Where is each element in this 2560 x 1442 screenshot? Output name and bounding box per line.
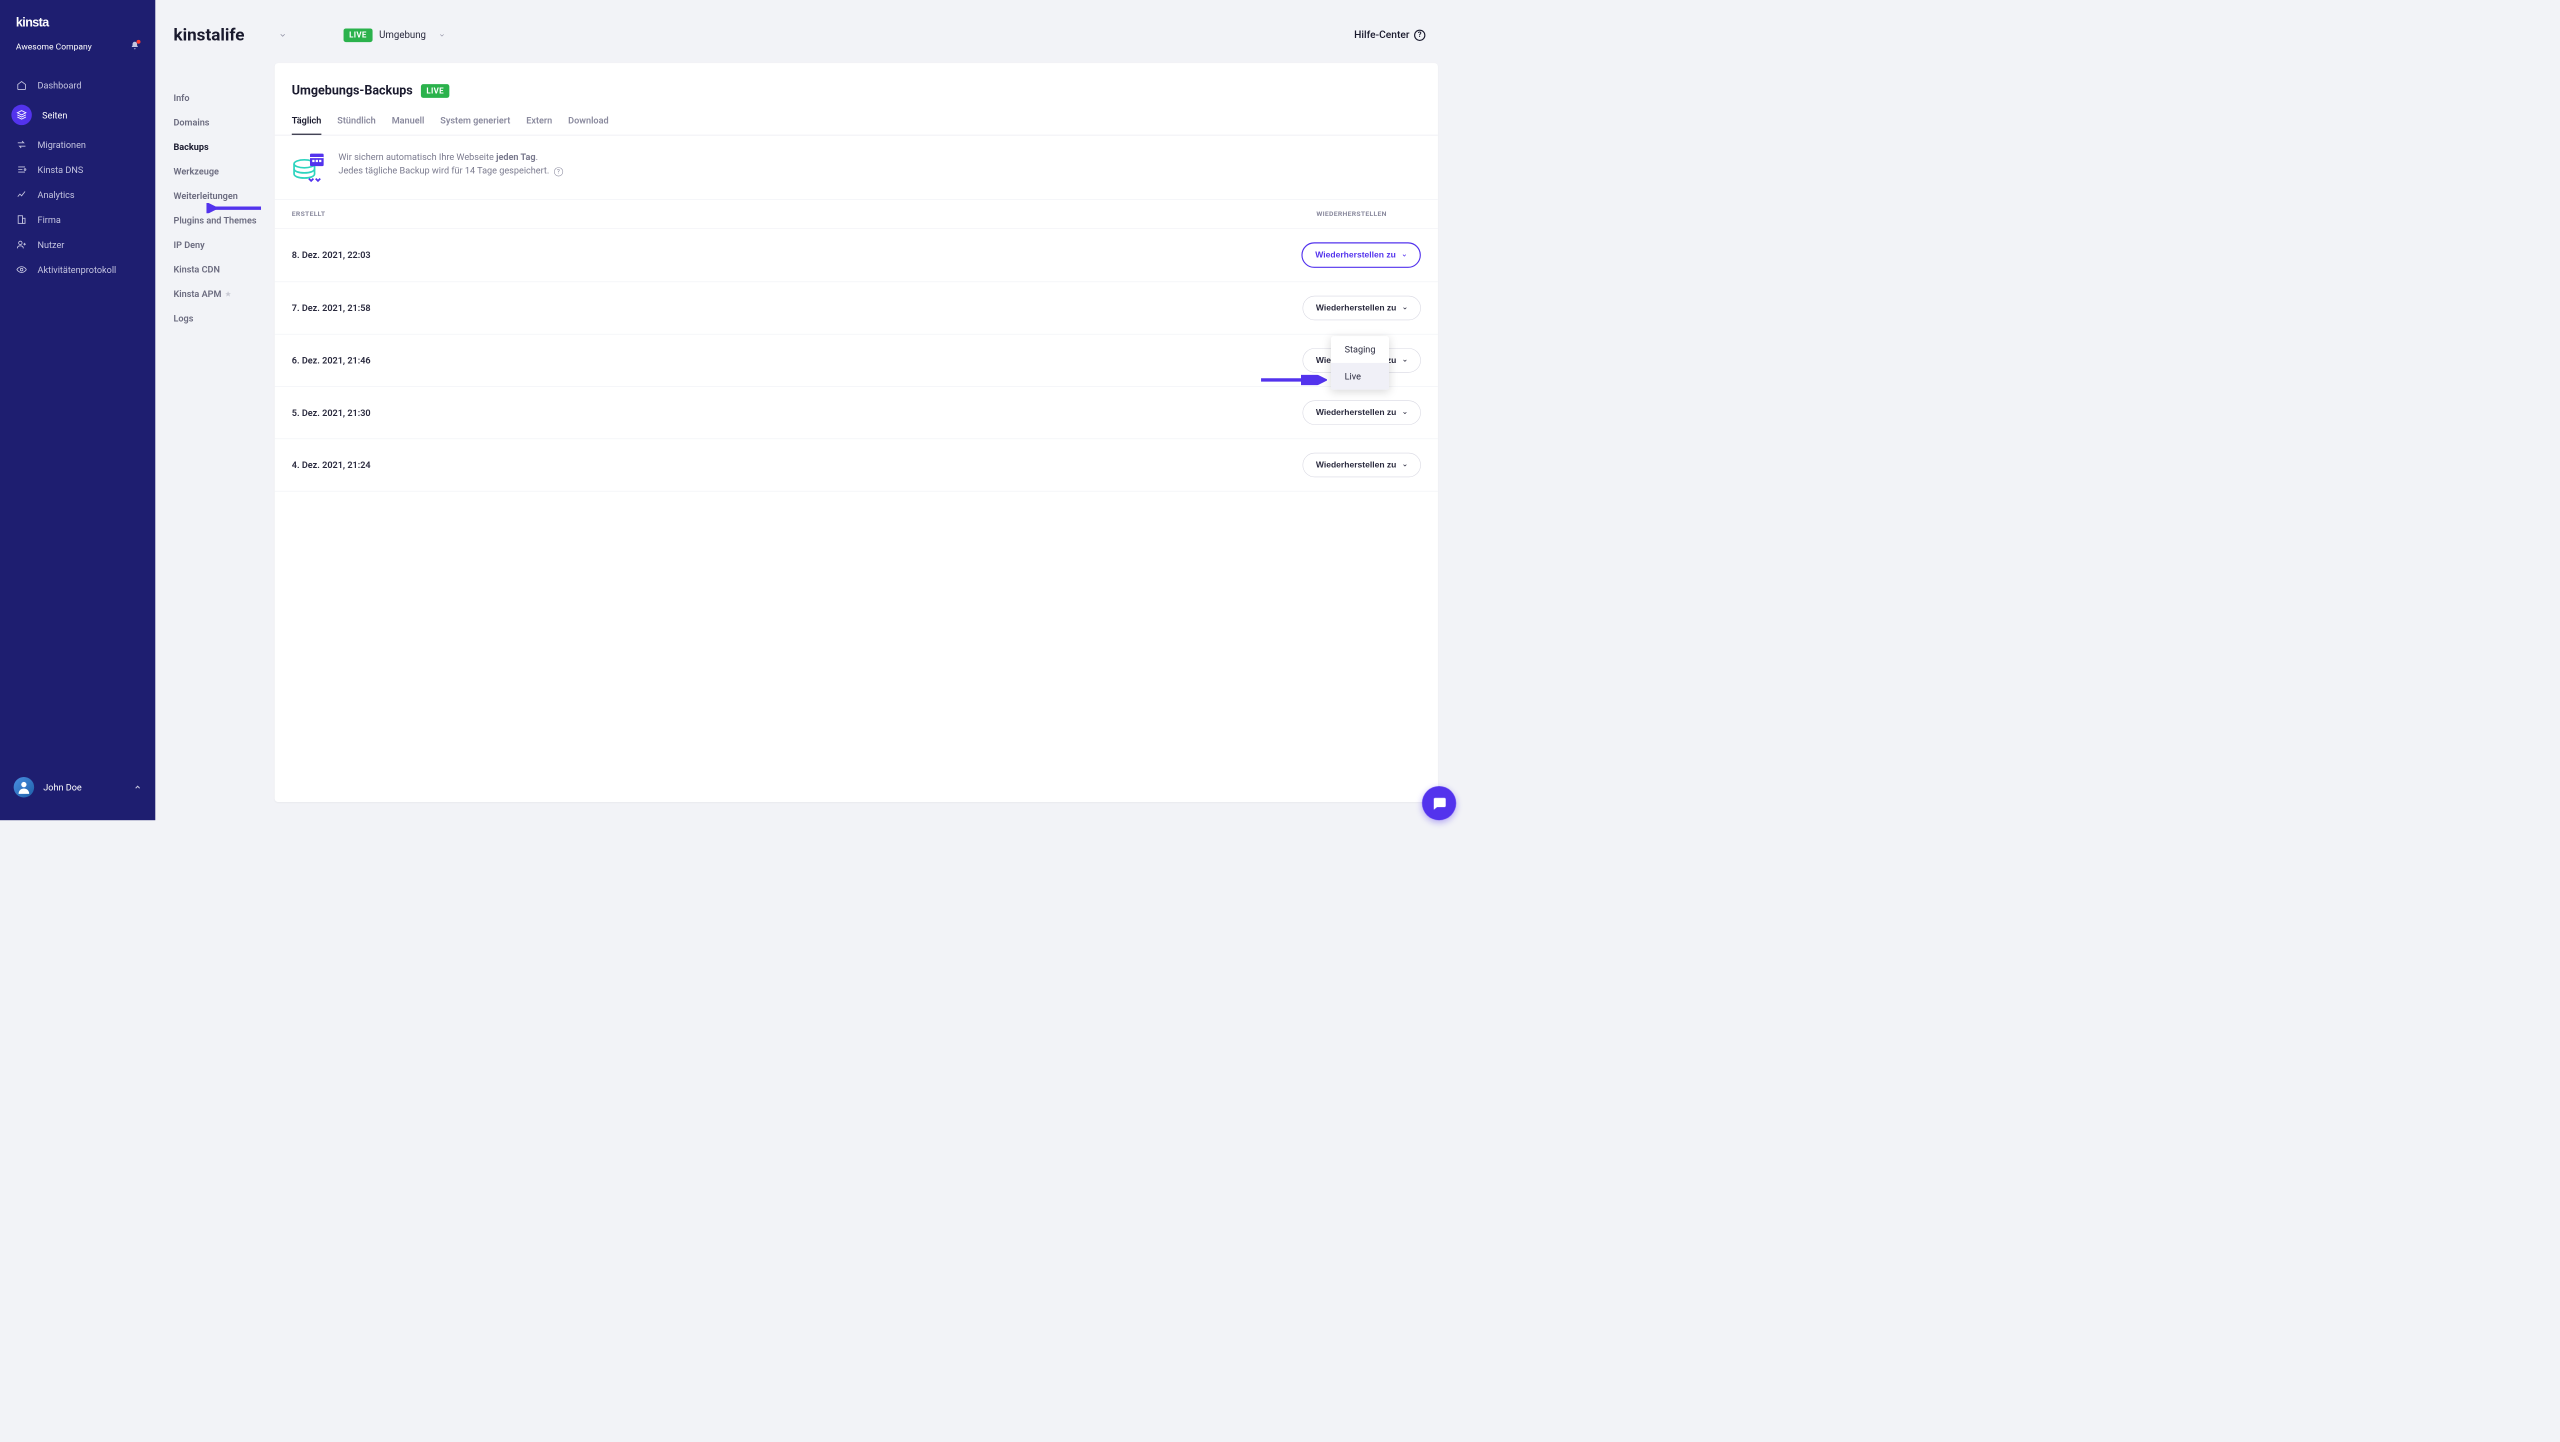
migration-icon bbox=[16, 139, 27, 150]
backup-date: 5. Dez. 2021, 21:30 bbox=[292, 407, 371, 418]
nav-label: Migrationen bbox=[38, 139, 86, 150]
tab-manual[interactable]: Manuell bbox=[392, 115, 425, 135]
nav-label: Nutzer bbox=[38, 239, 65, 250]
column-created: ERSTELLT bbox=[292, 210, 326, 218]
subnav-ipdeny[interactable]: IP Deny bbox=[173, 233, 258, 257]
live-badge: LIVE bbox=[343, 28, 372, 42]
tab-hourly[interactable]: Stündlich bbox=[337, 115, 375, 135]
user-name: John Doe bbox=[43, 782, 82, 793]
subnav-info[interactable]: Info bbox=[173, 86, 258, 110]
subnav-domains[interactable]: Domains bbox=[173, 110, 258, 134]
nav-activity[interactable]: Aktivitätenprotokoll bbox=[0, 257, 155, 282]
column-restore: WIEDERHERSTELLEN bbox=[1316, 210, 1386, 218]
restore-button[interactable]: Wiederherstellen zu bbox=[1303, 296, 1421, 320]
backup-date: 8. Dez. 2021, 22:03 bbox=[292, 250, 371, 261]
annotation-arrow-icon bbox=[206, 203, 261, 213]
backup-date: 7. Dez. 2021, 21:58 bbox=[292, 303, 371, 314]
nav-label: Firma bbox=[38, 214, 61, 225]
backup-date: 6. Dez. 2021, 21:46 bbox=[292, 355, 371, 366]
help-center-label: Hilfe-Center bbox=[1354, 29, 1409, 41]
main-nav: Dashboard Seiten Migrationen Kinsta DNS … bbox=[0, 73, 155, 282]
site-subnav: Info Domains Backups Werkzeuge Weiterlei… bbox=[173, 63, 258, 802]
nav-label: Analytics bbox=[38, 189, 75, 200]
nav-dns[interactable]: Kinsta DNS bbox=[0, 157, 155, 182]
brand-logo: kinsta bbox=[0, 16, 155, 32]
info-text: Wir sichern automatisch Ihre Webseite je… bbox=[338, 150, 563, 177]
subnav-cdn[interactable]: Kinsta CDN bbox=[173, 257, 258, 281]
live-badge: LIVE bbox=[421, 84, 450, 98]
apm-badge-icon bbox=[225, 290, 232, 297]
help-center-link[interactable]: Hilfe-Center ? bbox=[1354, 29, 1425, 41]
annotation-arrow-icon bbox=[1261, 375, 1327, 385]
analytics-icon bbox=[16, 189, 27, 200]
database-calendar-icon bbox=[292, 150, 326, 184]
site-selector[interactable]: kinstalife bbox=[173, 25, 286, 45]
svg-text:kinsta: kinsta bbox=[16, 16, 50, 30]
chat-fab[interactable] bbox=[1422, 786, 1456, 820]
avatar bbox=[14, 777, 34, 797]
chevron-down-icon bbox=[1402, 410, 1408, 416]
backup-tabs: Täglich Stündlich Manuell System generie… bbox=[275, 115, 1438, 135]
dropdown-staging[interactable]: Staging bbox=[1331, 336, 1389, 363]
home-icon bbox=[16, 80, 27, 91]
chevron-down-icon bbox=[1402, 305, 1408, 311]
subnav-apm[interactable]: Kinsta APM bbox=[173, 282, 258, 306]
subnav-logs[interactable]: Logs bbox=[173, 306, 258, 330]
help-icon: ? bbox=[1414, 29, 1425, 40]
building-icon bbox=[16, 214, 27, 225]
nav-analytics[interactable]: Analytics bbox=[0, 182, 155, 207]
dns-icon bbox=[16, 164, 27, 175]
tab-extern[interactable]: Extern bbox=[526, 115, 552, 135]
nav-label: Kinsta DNS bbox=[38, 164, 84, 175]
backup-date: 4. Dez. 2021, 21:24 bbox=[292, 460, 371, 471]
chevron-down-icon bbox=[279, 31, 287, 39]
environment-label: Umgebung bbox=[379, 29, 426, 40]
topbar: kinstalife LIVE Umgebung Hilfe-Center ? bbox=[155, 0, 1456, 63]
restore-button[interactable]: Wiederherstellen zu bbox=[1303, 400, 1421, 424]
nav-migrations[interactable]: Migrationen bbox=[0, 132, 155, 157]
chevron-down-icon bbox=[1402, 357, 1408, 363]
subnav-backups[interactable]: Backups bbox=[173, 135, 258, 159]
chevron-down-icon bbox=[1402, 462, 1408, 468]
nav-dashboard[interactable]: Dashboard bbox=[0, 73, 155, 98]
dropdown-live[interactable]: Live bbox=[1331, 363, 1389, 390]
users-icon bbox=[16, 239, 27, 250]
nav-sites[interactable]: Seiten bbox=[0, 98, 155, 132]
backup-row: 4. Dez. 2021, 21:24 Wiederherstellen zu bbox=[275, 439, 1438, 491]
tab-system[interactable]: System generiert bbox=[440, 115, 510, 135]
eye-icon bbox=[16, 264, 27, 275]
subnav-tools[interactable]: Werkzeuge bbox=[173, 159, 258, 183]
restore-button[interactable]: Wiederherstellen zu bbox=[1302, 242, 1421, 268]
sidebar: kinsta Awesome Company Dashboard Seiten … bbox=[0, 0, 155, 820]
chevron-down-icon[interactable] bbox=[439, 32, 446, 39]
layers-icon bbox=[11, 105, 31, 125]
nav-label: Seiten bbox=[42, 109, 67, 120]
backup-row: 7. Dez. 2021, 21:58 Wiederherstellen zu bbox=[275, 282, 1438, 334]
panel-title: Umgebungs-Backups bbox=[292, 84, 413, 98]
nav-users[interactable]: Nutzer bbox=[0, 232, 155, 257]
backups-panel: Umgebungs-Backups LIVE Täglich Stündlich… bbox=[275, 63, 1438, 802]
nav-company[interactable]: Firma bbox=[0, 207, 155, 232]
tab-daily[interactable]: Täglich bbox=[292, 115, 322, 135]
tab-download[interactable]: Download bbox=[568, 115, 608, 135]
help-tooltip-icon[interactable]: ? bbox=[554, 167, 563, 176]
restore-button[interactable]: Wiederherstellen zu bbox=[1303, 453, 1421, 477]
company-name: Awesome Company bbox=[16, 42, 92, 52]
chevron-up-icon bbox=[134, 783, 142, 791]
backup-row: 8. Dez. 2021, 22:03 Wiederherstellen zu bbox=[275, 229, 1438, 282]
nav-label: Aktivitätenprotokoll bbox=[38, 264, 117, 275]
nav-label: Dashboard bbox=[38, 80, 82, 91]
notifications-icon[interactable] bbox=[130, 41, 139, 52]
site-name: kinstalife bbox=[173, 25, 244, 45]
chat-icon bbox=[1431, 795, 1447, 811]
chevron-down-icon bbox=[1402, 252, 1408, 258]
user-menu[interactable]: John Doe bbox=[0, 770, 155, 804]
backup-row: 5. Dez. 2021, 21:30 Wiederherstellen zu bbox=[275, 387, 1438, 439]
restore-dropdown: Staging Live bbox=[1331, 336, 1389, 389]
